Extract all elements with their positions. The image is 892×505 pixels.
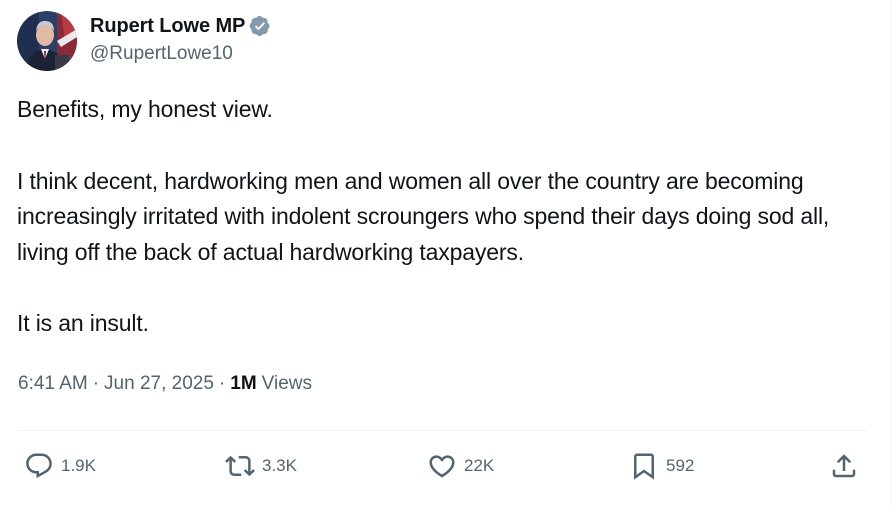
repost-count: 3.3K	[262, 456, 297, 475]
author-block: Rupert Lowe MP @RupertLowe10	[90, 13, 271, 67]
tweet-date[interactable]: Jun 27, 2025	[104, 373, 214, 395]
tweet-paragraph: It is an insult.	[17, 310, 149, 336]
meta-separator: ·	[92, 373, 100, 394]
reply-count: 1.9K	[61, 456, 96, 475]
tweet-time[interactable]: 6:41 AM	[18, 373, 88, 395]
tweet-meta: 6:41 AM · Jun 27, 2025 · 1M Views	[18, 373, 312, 395]
tweet-text: Benefits, my honest view. I think decent…	[17, 92, 877, 342]
tweet-paragraph: I think decent, hardworking men and wome…	[17, 167, 830, 265]
views-label: Views	[261, 373, 312, 394]
avatar[interactable]	[17, 11, 77, 71]
like-count: 22K	[464, 456, 495, 475]
like-button[interactable]: 22K	[427, 446, 494, 486]
views-count: 1M	[230, 373, 257, 394]
reply-icon	[26, 453, 52, 479]
divider	[17, 430, 868, 431]
tweet-header: Rupert Lowe MP @RupertLowe10	[17, 10, 271, 72]
bookmark-button[interactable]: 592	[629, 446, 694, 486]
action-bar: 1.9K 3.3K 22K 592	[0, 446, 892, 486]
tweet-paragraph: Benefits, my honest view.	[17, 96, 273, 122]
author-handle[interactable]: @RupertLowe10	[90, 41, 271, 67]
reply-button[interactable]: 1.9K	[24, 446, 96, 486]
share-button[interactable]	[829, 446, 859, 486]
bookmark-icon	[634, 453, 654, 480]
repost-icon	[225, 455, 255, 477]
meta-separator: ·	[218, 373, 226, 394]
share-icon	[832, 454, 856, 478]
like-icon	[429, 455, 455, 478]
repost-button[interactable]: 3.3K	[225, 446, 297, 486]
author-display-name[interactable]: Rupert Lowe MP	[90, 15, 245, 38]
bookmark-count: 592	[666, 456, 695, 475]
verified-badge-icon[interactable]	[249, 15, 271, 37]
name-row: Rupert Lowe MP	[90, 13, 271, 39]
